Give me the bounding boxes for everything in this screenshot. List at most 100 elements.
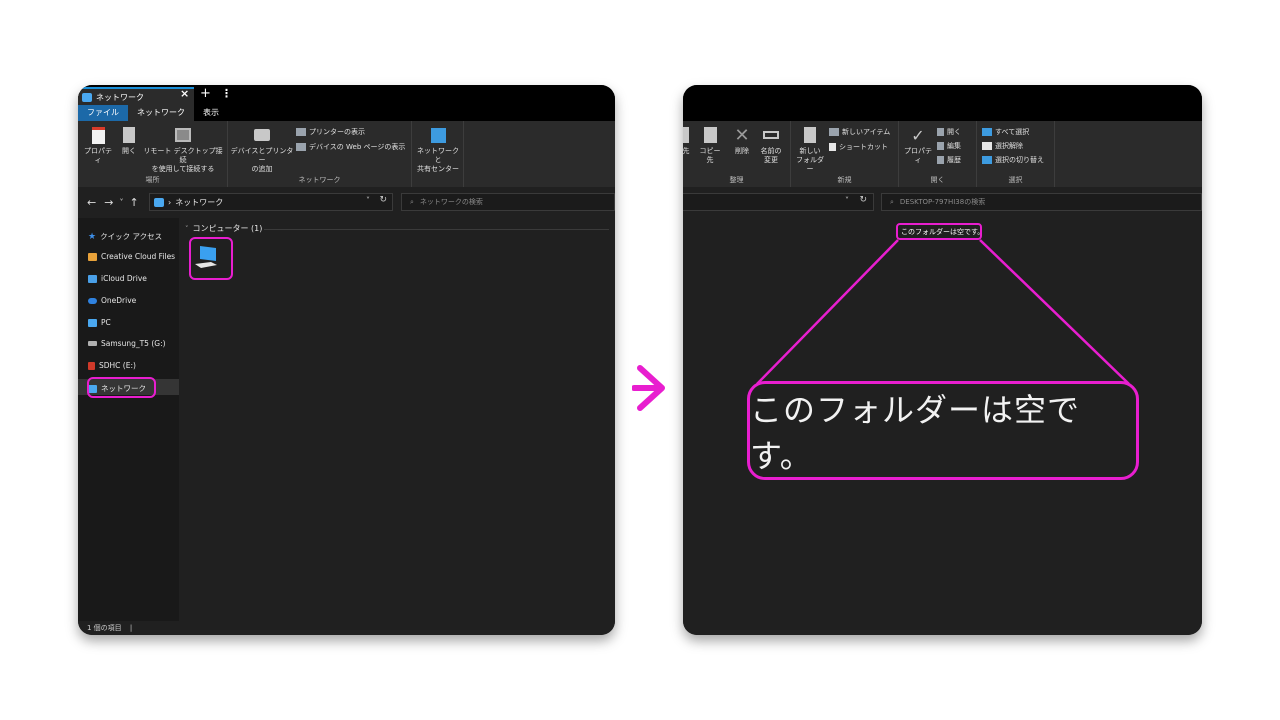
- search-input[interactable]: ⌕ DESKTOP-797HI38の検索: [881, 193, 1202, 211]
- forward-icon[interactable]: →: [104, 196, 113, 209]
- rename-icon: [762, 125, 780, 145]
- new-item-button[interactable]: 新しいアイテム: [829, 127, 890, 137]
- sidebar-item-label: PC: [101, 318, 111, 327]
- properties-icon: [89, 125, 107, 145]
- tab-view[interactable]: 表示: [194, 105, 228, 121]
- open-button[interactable]: 開く: [118, 125, 140, 156]
- group-label-select: 選択: [1008, 176, 1023, 184]
- sidebar-item-pc[interactable]: PC: [88, 318, 111, 327]
- breadcrumb-chevron-icon: ›: [168, 197, 172, 207]
- show-printers-button[interactable]: プリンターの表示: [296, 127, 365, 137]
- sidebar-item-label: クイック アクセス: [100, 232, 163, 241]
- shortcut-label: ショートカット: [839, 143, 888, 151]
- open-button[interactable]: 開く: [937, 127, 961, 137]
- explorer-window-desktop: 先 コピー先 ✕ 削除 名前の 変更 整理 新しい フォルダー 新しいアイテム …: [683, 85, 1202, 635]
- invert-selection-icon: [982, 156, 992, 164]
- refresh-icon[interactable]: ↻: [379, 195, 387, 205]
- show-device-web-button[interactable]: デバイスの Web ページの表示: [296, 142, 405, 152]
- search-input[interactable]: ⌕ ネットワークの検索: [401, 193, 615, 211]
- recent-locations-icon[interactable]: ˅: [119, 198, 123, 207]
- rename-button[interactable]: 名前の 変更: [757, 125, 785, 165]
- shortcut-icon: [829, 143, 836, 151]
- shortcut-button[interactable]: ショートカット: [829, 142, 888, 152]
- search-icon: ⌕: [890, 197, 894, 206]
- network-center-button[interactable]: ネットワークと 共有センター: [414, 125, 462, 174]
- ribbon-group-network: デバイスとプリンター の追加 プリンターの表示 デバイスの Web ページの表示…: [228, 121, 412, 187]
- file-list: ˅ コンピューター (1): [179, 218, 615, 621]
- open-label: 開く: [947, 128, 961, 136]
- address-box[interactable]: › ネットワーク ˅ ↻: [149, 193, 393, 211]
- item-count: 1 個の項目: [87, 624, 122, 632]
- sidebar-item-creative-cloud[interactable]: Creative Cloud Files: [88, 252, 175, 261]
- tab-network[interactable]: ネットワーク: [78, 87, 194, 105]
- new-tab-icon[interactable]: +: [200, 86, 211, 101]
- copy-to-button[interactable]: コピー先: [697, 125, 723, 165]
- address-dropdown-icon[interactable]: ˅: [366, 196, 370, 205]
- address-bar-row: ← → ˅ ↑ › ネットワーク ˅ ↻ ⌕ ネットワークの検索: [78, 191, 615, 213]
- explorer-window-network: ネットワーク × + ⋮ ファイル ネットワーク 表示 プロパティ 開く リモー…: [78, 85, 615, 635]
- select-none-button[interactable]: 選択解除: [982, 141, 1023, 151]
- group-header-label: コンピューター (1): [192, 224, 263, 233]
- more-icon[interactable]: ⋮: [221, 87, 232, 100]
- remote-desktop-button[interactable]: リモート デスクトップ接続 を使用して接続する: [142, 125, 224, 174]
- properties-label: プロパティ: [84, 147, 112, 164]
- add-devices-button[interactable]: デバイスとプリンター の追加: [230, 125, 294, 174]
- back-icon[interactable]: ←: [87, 196, 96, 209]
- new-folder-icon: [801, 125, 819, 145]
- tab-close-icon[interactable]: ×: [180, 87, 189, 100]
- tab-title: ネットワーク: [96, 92, 144, 102]
- printers-icon: [296, 128, 306, 136]
- ribbon-group-open: ✓ プロパティ 開く 編集 履歴 開く: [899, 121, 977, 187]
- sidebar-item-samsung[interactable]: Samsung_T5 (G:): [88, 339, 166, 348]
- highlight-computer-item: [189, 237, 233, 280]
- edit-button[interactable]: 編集: [937, 141, 961, 151]
- refresh-icon[interactable]: ↻: [859, 195, 867, 205]
- delete-button[interactable]: ✕ 削除: [731, 125, 753, 156]
- address-box[interactable]: ˅ ↻: [683, 193, 874, 211]
- creative-cloud-icon: [88, 252, 97, 261]
- title-bar: [683, 85, 1202, 121]
- onedrive-icon: [88, 297, 97, 304]
- network-icon: [82, 92, 92, 102]
- printer-icon: [253, 125, 271, 145]
- delete-icon: ✕: [734, 124, 750, 146]
- tab-network-ribbon[interactable]: ネットワーク: [128, 105, 194, 121]
- group-header-computers[interactable]: ˅ コンピューター (1): [185, 223, 262, 234]
- group-label-open: 開く: [930, 176, 945, 184]
- ribbon: プロパティ 開く リモート デスクトップ接続 を使用して接続する 場所 デバイス…: [78, 121, 615, 187]
- select-none-icon: [982, 142, 992, 150]
- invert-selection-button[interactable]: 選択の切り替え: [982, 155, 1044, 165]
- sidebar-item-label: Creative Cloud Files: [101, 252, 176, 261]
- chevron-down-icon: ˅: [185, 224, 189, 233]
- sidebar-item-onedrive[interactable]: OneDrive: [88, 296, 136, 305]
- up-icon[interactable]: ↑: [129, 196, 138, 209]
- sidebar-item-label: Samsung_T5 (G:): [101, 339, 166, 348]
- history-button[interactable]: 履歴: [937, 155, 961, 165]
- new-folder-button[interactable]: 新しい フォルダー: [793, 125, 827, 174]
- tab-file[interactable]: ファイル: [78, 105, 128, 121]
- select-none-label: 選択解除: [995, 142, 1023, 150]
- copy-path-button[interactable]: 先: [683, 125, 693, 156]
- sidebar-item-quick-access[interactable]: ★ クイック アクセス: [88, 231, 162, 242]
- open-label: 開く: [122, 147, 136, 155]
- title-bar: ネットワーク × + ⋮: [78, 85, 615, 105]
- properties-button[interactable]: プロパティ: [82, 125, 114, 165]
- address-dropdown-icon[interactable]: ˅: [845, 196, 849, 205]
- show-printers-label: プリンターの表示: [309, 128, 365, 136]
- search-placeholder: DESKTOP-797HI38の検索: [899, 198, 986, 206]
- ribbon-group-new: 新しい フォルダー 新しいアイテム ショートカット 新規: [791, 121, 899, 187]
- sidebar-item-sdhc[interactable]: SDHC (E:): [88, 361, 136, 370]
- zoom-callout: このフォルダーは空です。: [747, 381, 1139, 480]
- copy-to-icon: [701, 125, 719, 145]
- delete-label: 削除: [735, 147, 749, 155]
- sidebar-item-icloud[interactable]: iCloud Drive: [88, 274, 147, 283]
- windows-icon: [429, 125, 447, 145]
- star-icon: ★: [88, 231, 97, 242]
- history-icon: [937, 156, 944, 164]
- ribbon-group-organize: 先 コピー先 ✕ 削除 名前の 変更 整理: [683, 121, 791, 187]
- web-page-icon: [296, 143, 306, 151]
- select-all-button[interactable]: すべて選択: [982, 127, 1029, 137]
- sidebar-item-label: OneDrive: [101, 296, 137, 305]
- properties-button[interactable]: ✓ プロパティ: [901, 125, 935, 165]
- group-label-organize: 整理: [729, 176, 744, 184]
